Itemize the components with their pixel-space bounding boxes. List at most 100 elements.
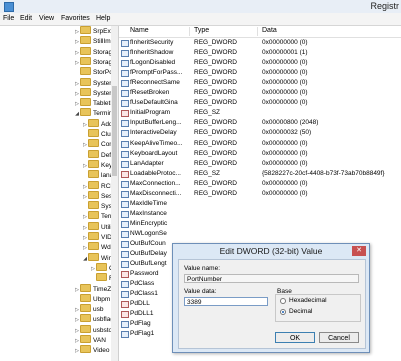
folder-icon — [80, 108, 91, 117]
tree-scrollbar[interactable] — [111, 26, 118, 361]
value-row[interactable]: fUseDefaultGina REG_DWORD 0x00000000 (0) — [119, 98, 401, 108]
value-name: KeepAliveTimeo... — [130, 139, 183, 147]
folder-icon — [80, 283, 91, 292]
value-row[interactable]: MaxInstance — [119, 209, 401, 219]
value-row[interactable]: MaxConnection... REG_DWORD 0x00000000 (0) — [119, 179, 401, 189]
value-row[interactable]: MinEncryptic — [119, 219, 401, 229]
cancel-button[interactable]: Cancel — [319, 332, 359, 343]
value-type: REG_DWORD — [194, 79, 237, 87]
value-name: InputBufferLeng... — [130, 119, 182, 127]
value-row[interactable]: fResetBroken REG_DWORD 0x00000000 (0) — [119, 88, 401, 98]
tree-scrollbar-thumb[interactable] — [112, 86, 117, 176]
binary-value-icon — [121, 160, 129, 168]
binary-value-icon — [121, 120, 129, 128]
string-value-icon — [121, 301, 129, 309]
value-name: MaxDisconnecti... — [130, 189, 182, 197]
decimal-radio[interactable] — [280, 309, 286, 315]
tree-item[interactable]: Ubpm — [74, 293, 110, 303]
column-header-type[interactable]: Type — [194, 27, 209, 34]
value-row[interactable]: InteractiveDelay REG_DWORD 0x00000032 (50) — [119, 128, 401, 138]
tree-item-label: VAN — [93, 337, 106, 344]
string-value-icon — [121, 271, 129, 279]
value-row[interactable]: InputBufferLeng... REG_DWORD 0x00000800 (2… — [119, 118, 401, 128]
key-tree-pane[interactable]: ▷SrpExtensio▷StillImage▷Storage▷StorageM… — [0, 26, 119, 361]
folder-icon — [80, 26, 91, 34]
binary-value-icon — [121, 241, 129, 248]
binary-value-icon — [121, 230, 129, 238]
hexadecimal-radio[interactable] — [280, 298, 286, 304]
value-row[interactable]: MaxDisconnecti... REG_DWORD 0x00000000 (0) — [119, 189, 401, 199]
value-name: LoadableProtoc... — [130, 169, 181, 177]
binary-value-icon — [121, 40, 129, 47]
binary-value-icon — [121, 291, 129, 299]
value-data: 0x00000800 (2048) — [262, 119, 319, 127]
menu-bar: File Edit View Favorites Help — [0, 13, 401, 26]
value-type: REG_DWORD — [194, 159, 237, 167]
folder-icon — [80, 36, 91, 45]
folder-icon — [80, 335, 91, 343]
folder-icon — [80, 98, 91, 107]
window-title-bar: Registr — [0, 0, 401, 13]
column-header-name[interactable]: Name — [130, 27, 149, 34]
value-row[interactable]: KeyboardLayout REG_DWORD 0x00000000 (0) — [119, 149, 401, 159]
value-row[interactable]: MaxIdleTime — [119, 199, 401, 209]
menu-view[interactable]: View — [39, 15, 54, 22]
value-name-field[interactable]: PortNumber — [184, 274, 359, 283]
decimal-label: Decimal — [289, 308, 313, 315]
value-name: fLogonDisabled — [130, 59, 176, 67]
value-type: REG_DWORD — [194, 39, 237, 46]
tree-item[interactable]: ▷ VAN — [74, 335, 106, 344]
binary-value-icon — [121, 100, 129, 108]
value-row[interactable]: KeepAliveTimeo... REG_DWORD 0x00000000 (0) — [119, 139, 401, 149]
value-type: REG_DWORD — [194, 99, 237, 107]
tree-item[interactable]: ▷ Storage — [74, 46, 116, 56]
folder-icon — [80, 324, 91, 333]
value-data: 0x00000000 (0) — [262, 139, 308, 147]
folder-icon — [80, 56, 91, 65]
menu-help[interactable]: Help — [96, 15, 110, 22]
dialog-title: Edit DWORD (32-bit) Value — [219, 246, 323, 256]
value-row[interactable]: fInheritSecurity REG_DWORD 0x00000000 (0) — [119, 38, 401, 48]
folder-icon — [80, 345, 91, 354]
tree-item[interactable]: ▷ Video — [74, 345, 110, 354]
binary-value-icon — [121, 321, 129, 329]
column-separator[interactable] — [257, 27, 258, 36]
tree-item[interactable]: ▷ usbstor — [74, 324, 114, 334]
string-value-icon — [121, 170, 129, 178]
value-data-label: Value data: — [184, 288, 217, 295]
column-separator[interactable] — [189, 27, 190, 36]
tree-item[interactable]: ▷ Wds — [82, 242, 114, 251]
value-data: 0x00000000 (0) — [262, 189, 308, 197]
value-row[interactable]: LanAdapter REG_DWORD 0x00000000 (0) — [119, 159, 401, 169]
value-name: fInheritShadow — [130, 49, 174, 57]
binary-value-icon — [121, 261, 129, 269]
value-data-input[interactable]: 3389 — [184, 297, 268, 306]
folder-icon — [80, 77, 91, 86]
edit-dword-dialog: Edit DWORD (32-bit) Value ✕ Value name: … — [172, 243, 370, 353]
value-row[interactable]: NWLogonSe — [119, 229, 401, 239]
binary-value-icon — [121, 70, 129, 78]
tree-item-label: usb — [93, 306, 104, 314]
value-row[interactable]: fPromptForPass... REG_DWORD 0x00000000 (0) — [119, 68, 401, 78]
value-row[interactable]: fReconnectSame REG_DWORD 0x00000000 (0) — [119, 78, 401, 88]
menu-edit[interactable]: Edit — [20, 15, 32, 22]
value-row[interactable]: fLogonDisabled REG_DWORD 0x00000000 (0) — [119, 58, 401, 68]
value-name: KeyboardLayout — [130, 149, 178, 157]
value-type: REG_DWORD — [194, 59, 237, 67]
ok-button[interactable]: OK — [275, 332, 315, 343]
menu-file[interactable]: File — [3, 15, 14, 22]
tree-item[interactable]: ▷ usb — [74, 304, 103, 313]
menu-favorites[interactable]: Favorites — [61, 15, 90, 22]
column-header-data[interactable]: Data — [262, 27, 277, 34]
binary-value-icon — [121, 80, 129, 88]
dialog-close-button[interactable]: ✕ — [352, 246, 366, 256]
value-row[interactable]: InitialProgram REG_SZ — [119, 108, 401, 118]
value-data: 0x00000000 (0) — [262, 59, 308, 67]
value-row[interactable]: LoadableProtoc... REG_SZ {5828227c-20cf-44… — [119, 169, 401, 179]
value-row[interactable]: fInheritShadow REG_DWORD 0x00000001 (1) — [119, 48, 401, 58]
value-name: MinEncryptic — [130, 219, 168, 227]
value-data: 0x00000000 (0) — [262, 179, 308, 187]
folder-icon — [88, 190, 99, 199]
value-type: REG_DWORD — [194, 49, 237, 57]
binary-value-icon — [121, 180, 129, 188]
